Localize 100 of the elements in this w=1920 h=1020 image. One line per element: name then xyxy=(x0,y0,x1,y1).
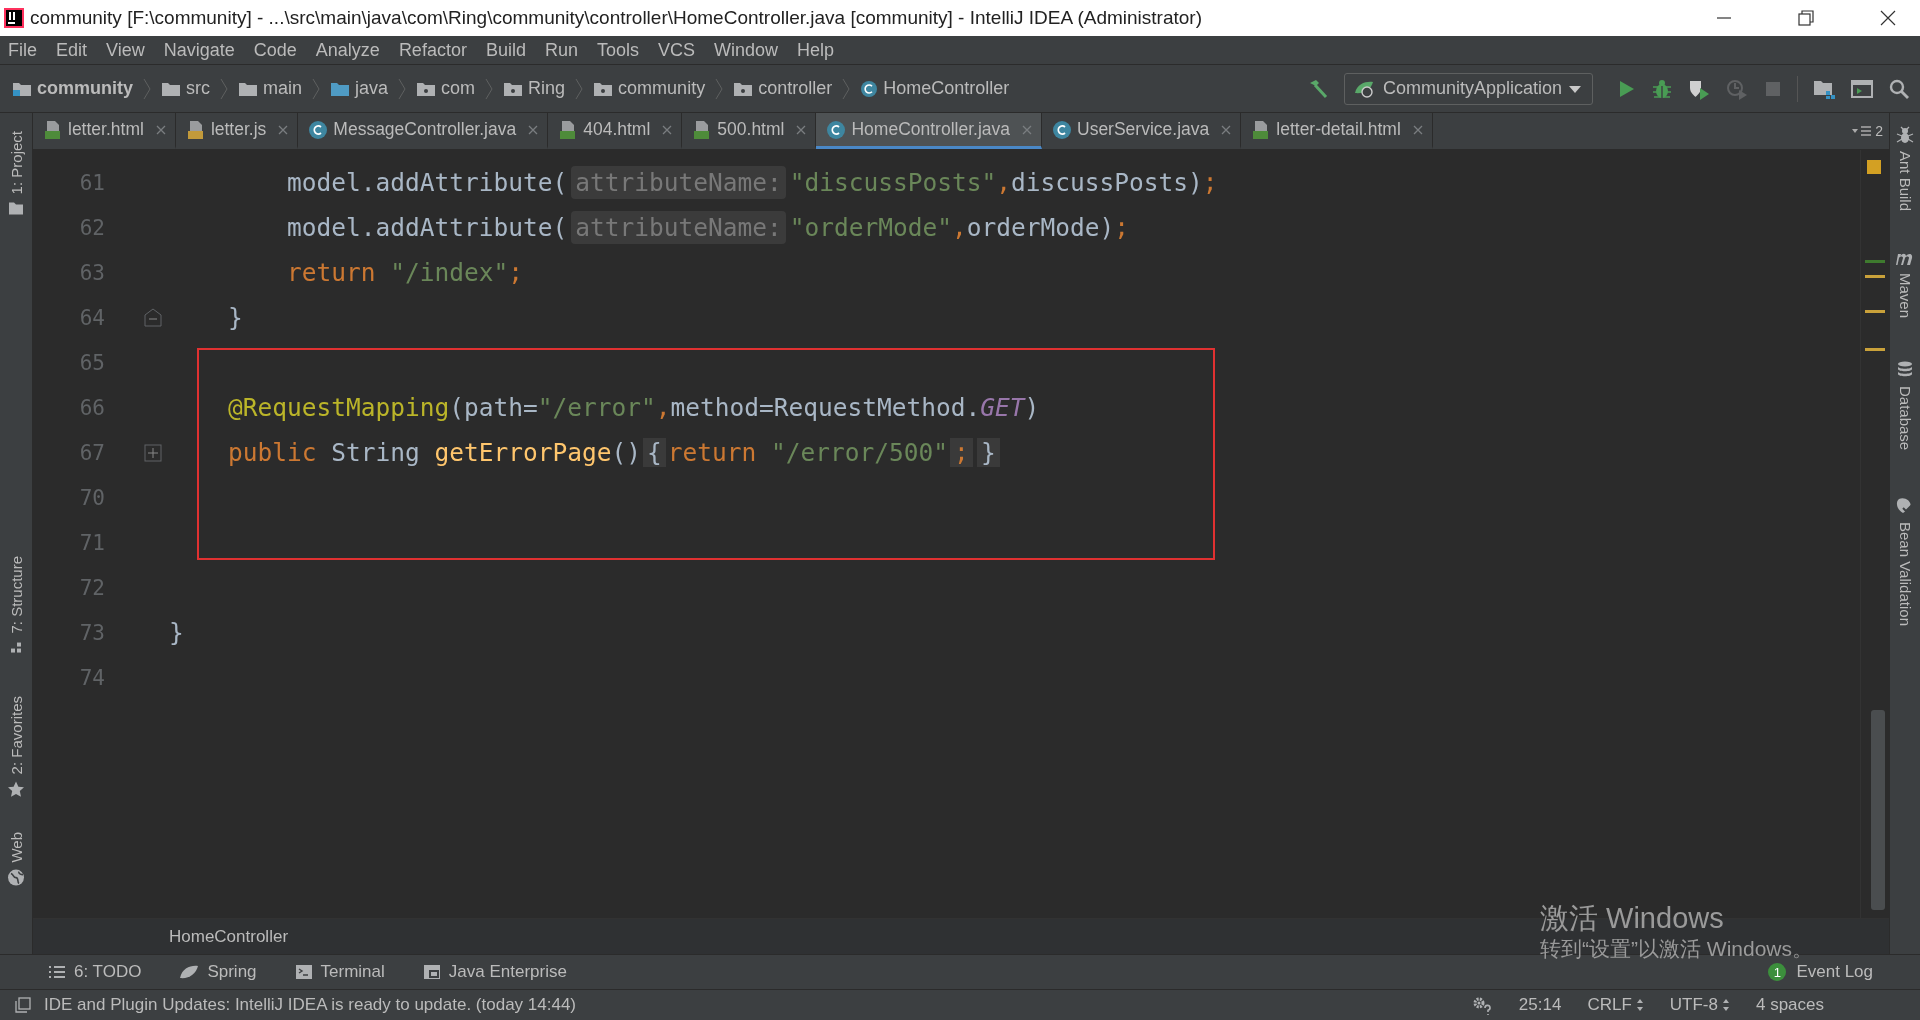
expand-icon[interactable] xyxy=(143,442,163,463)
list-icon[interactable] xyxy=(48,964,66,980)
stripe-marker[interactable] xyxy=(1865,310,1885,313)
stripe-marker[interactable] xyxy=(1865,348,1885,351)
breadcrumb-item[interactable]: src xyxy=(186,78,210,99)
event-log-tab[interactable]: Event Log xyxy=(1796,962,1873,982)
menu-item[interactable]: Build xyxy=(485,39,543,61)
globe-icon[interactable] xyxy=(7,868,25,887)
list-icon xyxy=(1851,125,1874,137)
line-number: 70 xyxy=(78,485,105,510)
line-separator-selector[interactable]: CRLF xyxy=(1587,995,1644,1015)
editor-tab[interactable]: 404.html xyxy=(548,113,683,149)
search-icon[interactable] xyxy=(1888,77,1910,100)
editor-tab[interactable]: letter-detail.html xyxy=(1241,113,1433,149)
menu-item[interactable]: Analyze xyxy=(315,39,397,61)
up-down-arrows-icon xyxy=(1635,998,1644,1012)
tool-window-tab[interactable]: Bean Validation xyxy=(1896,522,1914,627)
line-number: 72 xyxy=(78,575,105,600)
code-line: } xyxy=(227,303,243,332)
menu-item[interactable]: VCS xyxy=(658,39,712,61)
window-layout-icon[interactable] xyxy=(1850,77,1874,100)
up-down-arrows-icon xyxy=(1721,998,1730,1012)
tool-window-tab[interactable]: 2: Favorites xyxy=(7,695,25,775)
close-icon[interactable] xyxy=(1878,8,1898,28)
tab-list-button[interactable]: 2 xyxy=(1845,123,1889,139)
editor-tab[interactable]: letter.js xyxy=(175,113,299,149)
editor-tab[interactable]: HomeController.java xyxy=(816,113,1042,149)
chevron-icon xyxy=(312,77,321,100)
star-icon[interactable] xyxy=(7,780,25,799)
menu-item[interactable]: Window xyxy=(714,39,796,61)
activation-message: 转到“设置”以激活 Windows。 xyxy=(1540,936,1813,962)
tool-window-tab[interactable]: Database xyxy=(1896,386,1914,451)
encoding-selector[interactable]: UTF-8 xyxy=(1669,995,1730,1015)
stripe-marker[interactable] xyxy=(1865,275,1885,278)
tool-window-tab[interactable]: 7: Structure xyxy=(7,556,25,634)
indent-selector[interactable]: 4 spaces xyxy=(1755,995,1824,1015)
run-configuration-dropdown[interactable]: CommunityApplication xyxy=(1343,72,1593,105)
editor-tab[interactable]: MessageController.java xyxy=(298,113,549,149)
editor-tab[interactable]: UserService.java xyxy=(1042,113,1242,149)
code-line: return "/index"; xyxy=(286,258,524,287)
tool-window-tab[interactable]: 6: TODO xyxy=(74,962,142,982)
code-line: model.addAttribute( attributeName: "discussPosts",discussPosts); xyxy=(286,168,1218,197)
scrollbar-thumb[interactable] xyxy=(1871,710,1885,910)
menu-item[interactable]: Help xyxy=(797,39,852,61)
chevron-icon xyxy=(398,77,407,100)
menu-item[interactable]: Refactor xyxy=(398,39,484,61)
code-line: model.addAttribute( attributeName: "orderMode",orderMode); xyxy=(286,213,1130,242)
caret-icon xyxy=(1568,83,1582,94)
tool-window-tab[interactable]: Terminal xyxy=(320,962,385,982)
editor-breadcrumb[interactable]: HomeController xyxy=(169,926,289,947)
menu-item[interactable]: View xyxy=(106,39,162,61)
class-icon xyxy=(1052,119,1072,140)
class-icon xyxy=(860,79,879,98)
tool-window-tab[interactable]: Java Enterprise xyxy=(448,962,567,982)
code-line: } xyxy=(169,618,184,647)
folder-icon[interactable] xyxy=(8,200,24,217)
breadcrumb-item[interactable]: community xyxy=(618,78,706,99)
menu-item[interactable]: Tools xyxy=(596,39,656,61)
breadcrumb-item[interactable]: com xyxy=(441,78,476,99)
tool-window-tab[interactable]: Ant Build xyxy=(1896,151,1914,212)
breadcrumb-item[interactable]: HomeController xyxy=(883,78,1010,99)
panel-toggle-icon[interactable] xyxy=(14,996,32,1014)
code-line: public String getErrorPage() { return "/error/500" ; } xyxy=(169,438,1002,467)
menu-item[interactable]: Code xyxy=(253,39,314,61)
menu-item[interactable]: File xyxy=(8,39,54,61)
tool-window-tab[interactable]: Web xyxy=(7,832,25,863)
activation-title: 激活 Windows xyxy=(1540,901,1725,936)
line-number: 61 xyxy=(78,170,105,195)
caret-position[interactable]: 25:14 xyxy=(1518,995,1562,1015)
breadcrumb-item[interactable]: Ring xyxy=(528,78,566,99)
collapse-icon[interactable] xyxy=(143,307,163,328)
editor-tab[interactable]: letter.html xyxy=(33,113,176,149)
tool-window-tab[interactable]: 1: Project xyxy=(7,131,25,195)
leaf-icon[interactable] xyxy=(179,964,200,980)
breadcrumb-item[interactable]: controller xyxy=(758,78,833,99)
menu-item[interactable]: Navigate xyxy=(163,39,252,61)
bug-icon[interactable] xyxy=(1651,77,1673,100)
tool-window-tab[interactable]: Maven xyxy=(1896,273,1914,319)
restore-icon[interactable] xyxy=(1796,8,1816,28)
window-icon[interactable] xyxy=(422,964,441,980)
menu-item[interactable]: Edit xyxy=(56,39,105,61)
class-icon xyxy=(308,119,329,140)
breadcrumb-item[interactable]: community xyxy=(37,78,133,99)
line-number: 65 xyxy=(78,350,105,375)
breadcrumb-item[interactable]: main xyxy=(263,78,303,99)
script-file-icon xyxy=(185,119,206,140)
profiler-icon xyxy=(1725,77,1749,100)
chevron-icon xyxy=(715,77,724,100)
ant-icon[interactable] xyxy=(1895,125,1915,145)
window-title: community [F:\community] - ...\src\main\java\com\Ring\community\controller\HomeController.java [community] - IntelliJ IDEA (Administrator) xyxy=(30,7,1202,29)
menu-item[interactable]: Run xyxy=(544,39,595,61)
chevron-icon xyxy=(220,77,228,100)
terminal-icon[interactable] xyxy=(294,964,313,980)
breadcrumb-item[interactable]: java xyxy=(355,78,389,99)
line-number: 63 xyxy=(78,260,105,285)
status-message[interactable]: IDE and Plugin Updates: IntelliJ IDEA is ready to update. (today 14:44) xyxy=(44,995,577,1015)
tool-window-tab[interactable]: Spring xyxy=(207,962,257,982)
chevron-icon xyxy=(842,77,851,100)
code-line: @RequestMapping(path="/error",method=RequestMethod.GET) xyxy=(227,393,1040,422)
stripe-marker[interactable] xyxy=(1865,260,1885,263)
